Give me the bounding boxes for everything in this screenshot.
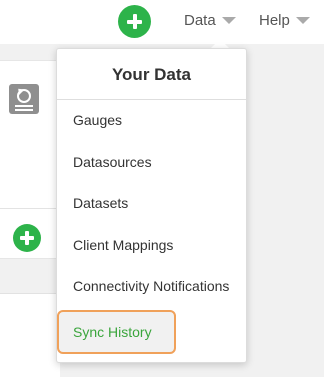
- data-menu-label: Data: [184, 12, 216, 29]
- menu-item-client-mappings[interactable]: Client Mappings: [57, 225, 246, 267]
- divider-line-icon: [15, 109, 33, 111]
- data-menu-dropdown[interactable]: Data: [184, 11, 236, 31]
- card-divider: [0, 208, 60, 209]
- add-icon[interactable]: [118, 5, 151, 38]
- menu-item-sync-history[interactable]: Sync History: [57, 309, 176, 354]
- chevron-down-icon: [221, 16, 236, 24]
- your-data-dropdown-menu: Your Data Gauges Datasources Datasets Cl…: [56, 48, 247, 363]
- refresh-icon: [17, 89, 31, 103]
- chevron-down-icon: [295, 16, 310, 24]
- app-root: Data Help Your Data Gauges Datasources D…: [0, 0, 324, 377]
- help-menu-label: Help: [259, 12, 290, 29]
- divider-line-icon: [15, 105, 33, 107]
- menu-item-datasources[interactable]: Datasources: [57, 142, 246, 184]
- sync-status-icon[interactable]: [9, 84, 39, 114]
- background-panel: [0, 293, 60, 377]
- menu-item-gauges[interactable]: Gauges: [57, 100, 246, 142]
- top-bar: Data Help: [0, 0, 324, 44]
- menu-item-connectivity-notifications[interactable]: Connectivity Notifications: [57, 266, 246, 308]
- menu-item-datasets[interactable]: Datasets: [57, 183, 246, 225]
- add-icon[interactable]: [13, 224, 41, 252]
- help-menu-dropdown[interactable]: Help: [259, 11, 310, 31]
- dropdown-title: Your Data: [57, 49, 246, 100]
